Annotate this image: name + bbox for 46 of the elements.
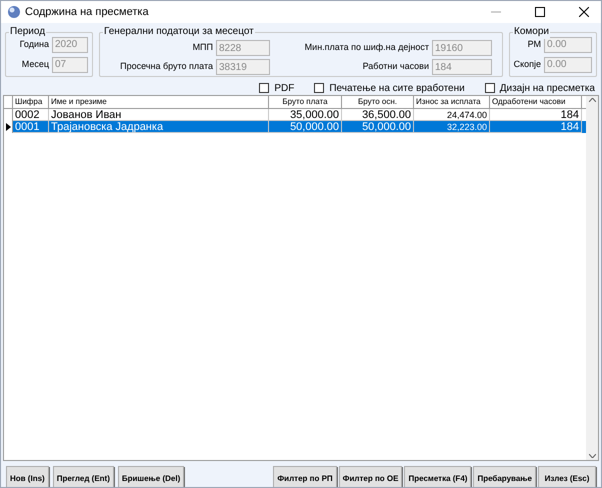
table-cell: 184 (490, 121, 582, 133)
app-icon (7, 5, 21, 19)
field-label: РМ (528, 38, 541, 51)
field-label: Работни часови (362, 60, 429, 74)
action-button[interactable]: Филтер по ОЕ (338, 466, 402, 487)
field-label: Месец (22, 58, 49, 71)
maximize-icon[interactable] (535, 7, 545, 17)
action-button[interactable]: Филтер по РП (273, 466, 337, 487)
column-header[interactable]: Шифра (13, 96, 49, 108)
field-label: Скопје (514, 58, 541, 71)
column-header[interactable]: Бруто осн. (342, 96, 414, 108)
field-label: Мин.плата по шиф.на дејност (304, 41, 429, 54)
close-icon[interactable] (579, 7, 589, 17)
column-header[interactable]: Бруто плата (269, 96, 342, 108)
row-pointer-icon (6, 123, 10, 131)
table-row[interactable]: 0001 Трајановска Јадранка 50,000.00 50,000.00 32,223.00 184 (4, 121, 586, 133)
table-cell: 0001 (13, 121, 49, 133)
group-title: Генерални податоци за месецот (103, 25, 255, 39)
table-cell: Трајановска Јадранка (49, 121, 269, 133)
action-button[interactable]: Пресметка (F4) (404, 466, 472, 487)
checkbox[interactable] (484, 83, 495, 93)
checkbox-label: Печатење на сите вработени (329, 82, 465, 96)
scrollbar[interactable] (586, 96, 598, 460)
checkbox[interactable] (314, 83, 324, 93)
action-button[interactable]: Преглед (Ent) (52, 466, 114, 487)
scroll-down-icon[interactable] (588, 454, 596, 458)
checkbox-label: Дизајн на пресметка (500, 82, 595, 96)
table-cell: 50,000.00 (342, 121, 414, 133)
action-button[interactable]: Излез (Esc) (538, 466, 596, 487)
column-header[interactable]: Име и презиме (49, 96, 269, 108)
column-header[interactable]: Одработени часови (490, 96, 582, 108)
window-title: Содржина на пресметка (25, 4, 149, 20)
group-title: Период (9, 25, 46, 39)
table-cell: 32,223.00 (414, 121, 490, 133)
action-button[interactable]: Нов (Ins) (6, 466, 49, 487)
field-label: Просечна бруто плата (120, 60, 213, 74)
scroll-up-icon[interactable] (588, 98, 596, 102)
group-title: Комори (513, 25, 550, 39)
checkbox[interactable] (259, 83, 270, 93)
table-cell: 50,000.00 (269, 121, 342, 133)
action-button[interactable]: Бришење (Del) (118, 466, 184, 487)
checkbox-label: PDF (274, 82, 294, 96)
field-label: Година (20, 38, 49, 51)
action-button[interactable]: Пребарување (473, 466, 536, 487)
field-label: МПП (192, 41, 213, 54)
column-header[interactable]: Износ за исплата (414, 96, 490, 108)
